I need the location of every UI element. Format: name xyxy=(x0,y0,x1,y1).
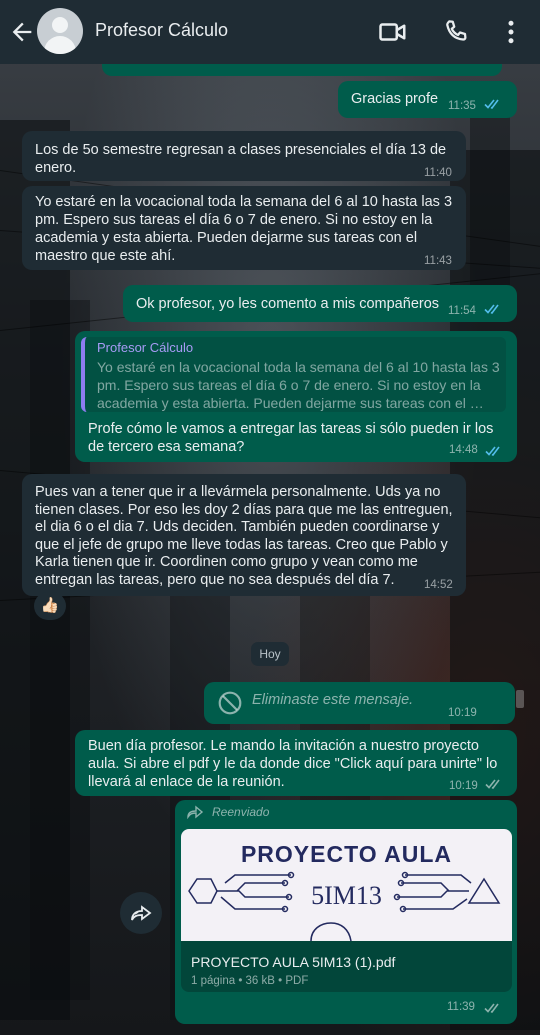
deleted-icon xyxy=(218,691,242,715)
date-divider: Hoy xyxy=(251,642,289,666)
phone-icon[interactable] xyxy=(441,17,471,47)
document-name: PROYECTO AULA 5IM13 (1).pdf xyxy=(191,954,396,970)
message-time: 14:52 xyxy=(424,579,453,591)
video-call-icon[interactable] xyxy=(378,17,408,47)
message-time: 11:39 xyxy=(447,1001,475,1013)
document-card[interactable]: PROYECTO AULA 5IM13 PROYECTO AULA 5IM13 … xyxy=(181,829,512,992)
forward-icon xyxy=(131,905,152,921)
delivered-ticks-icon xyxy=(485,779,500,790)
avatar[interactable] xyxy=(37,8,83,54)
read-ticks-icon xyxy=(484,304,499,315)
read-ticks-icon xyxy=(485,446,500,457)
message-time: 11:40 xyxy=(424,167,452,179)
more-vertical-icon[interactable] xyxy=(496,17,526,47)
message-bubble-incoming[interactable]: Yo estaré en la vocacional toda la seman… xyxy=(22,186,466,270)
message-text: Gracias profe xyxy=(351,91,439,107)
message-time: 14:48 xyxy=(449,444,478,456)
document-thumbnail[interactable]: PROYECTO AULA 5IM13 xyxy=(181,829,512,941)
message-time: 11:35 xyxy=(448,100,476,112)
message-bubble-deleted[interactable]: Eliminaste este mensaje. 10:19 xyxy=(204,682,515,724)
message-bubble-incoming[interactable]: Los de 5o semestre regresan a clases pre… xyxy=(22,131,466,181)
message-text: Buen día profesor. Le mando la invitació… xyxy=(88,738,498,790)
message-bubble-outgoing[interactable]: Ok profesor, yo les comento a mis compañ… xyxy=(123,285,517,322)
quoted-message[interactable]: Profesor Cálculo Yo estaré en la vocacio… xyxy=(81,337,506,412)
message-time: 11:43 xyxy=(424,255,452,267)
message-time: 10:19 xyxy=(448,707,477,719)
message-text: Yo estaré en la vocacional toda la seman… xyxy=(35,194,453,264)
reaction-badge[interactable]: 👍🏻 xyxy=(34,592,66,620)
forward-button[interactable] xyxy=(120,892,162,934)
document-meta: 1 página • 36 kB • PDF xyxy=(191,975,309,987)
message-time: 11:54 xyxy=(448,305,476,317)
circuit-graphic xyxy=(188,871,501,941)
message-text: Pues van a tener que ir a llevármela per… xyxy=(35,484,453,588)
thumbnail-title: PROYECTO AULA xyxy=(240,841,453,867)
message-text: Profe cómo le vamos a entregar las tarea… xyxy=(88,421,494,455)
read-ticks-icon xyxy=(484,99,499,110)
message-bubble-outgoing[interactable]: Gracias profe 11:35 xyxy=(338,81,517,118)
delivered-ticks-icon xyxy=(484,1003,499,1014)
message-text: Eliminaste este mensaje. xyxy=(252,692,414,708)
message-bubble-outgoing[interactable]: Buen día profesor. Le mando la invitació… xyxy=(75,730,517,796)
message-time: 10:19 xyxy=(449,780,478,792)
quoted-sender-name: Profesor Cálculo xyxy=(97,340,194,355)
message-text: Ok profesor, yo les comento a mis compañ… xyxy=(136,296,440,312)
contact-name[interactable]: Profesor Cálculo xyxy=(95,20,228,41)
message-text: Los de 5o semestre regresan a clases pre… xyxy=(35,142,447,176)
arrow-left-icon[interactable] xyxy=(8,18,36,46)
forwarded-icon xyxy=(187,805,204,819)
quoted-text: Yo estaré en la vocacional toda la seman… xyxy=(97,359,500,411)
forwarded-label: Reenviado xyxy=(212,805,270,819)
edge-indicator xyxy=(516,690,524,708)
message-bubble-incoming[interactable]: Pues van a tener que ir a llevármela per… xyxy=(22,474,466,596)
chat-header: Profesor Cálculo xyxy=(0,0,540,64)
